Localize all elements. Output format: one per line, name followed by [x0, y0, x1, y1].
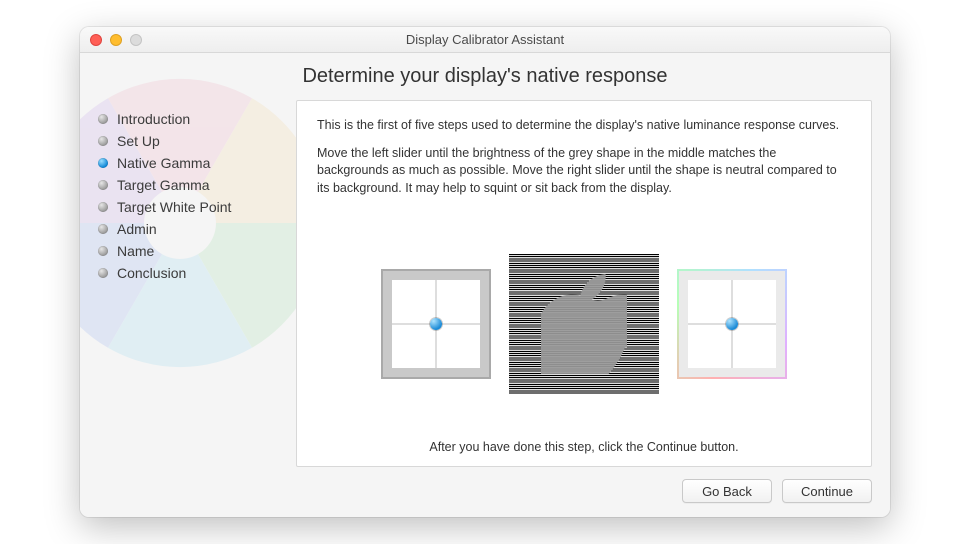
window-title: Display Calibrator Assistant: [80, 32, 890, 47]
reference-pattern: [509, 254, 659, 394]
sidebar-item-label: Target Gamma: [117, 177, 210, 193]
sidebar-item-setup: Set Up: [98, 130, 278, 152]
sidebar-item-label: Conclusion: [117, 265, 186, 281]
sidebar-item-label: Admin: [117, 221, 157, 237]
titlebar: Display Calibrator Assistant: [80, 27, 890, 53]
tint-target[interactable]: [677, 269, 787, 379]
window-controls: [90, 34, 142, 46]
sidebar-item-introduction: Introduction: [98, 108, 278, 130]
window: Display Calibrator Assistant Determine y…: [80, 27, 890, 517]
step-bullet-icon: [98, 136, 108, 146]
minimize-icon[interactable]: [110, 34, 122, 46]
brightness-target[interactable]: [381, 269, 491, 379]
sidebar-item-label: Set Up: [117, 133, 160, 149]
sidebar-item-admin: Admin: [98, 218, 278, 240]
sidebar-item-conclusion: Conclusion: [98, 262, 278, 284]
sidebar-item-label: Target White Point: [117, 199, 231, 215]
sidebar-item-name: Name: [98, 240, 278, 262]
main-panel: This is the first of five steps used to …: [296, 100, 872, 467]
sidebar-item-label: Native Gamma: [117, 155, 210, 171]
sidebar-item-label: Name: [117, 243, 154, 259]
sidebar-item-label: Introduction: [117, 111, 190, 127]
step-bullet-icon: [98, 224, 108, 234]
calibration-row: [317, 217, 851, 430]
step-bullet-current-icon: [98, 158, 108, 168]
step-bullet-icon: [98, 246, 108, 256]
close-icon[interactable]: [90, 34, 102, 46]
footer-instruction: After you have done this step, click the…: [317, 430, 851, 454]
window-body: Determine your display's native response…: [80, 53, 890, 517]
tint-slider-knob[interactable]: [726, 318, 738, 330]
step-bullet-icon: [98, 114, 108, 124]
continue-button[interactable]: Continue: [782, 479, 872, 503]
instruction-text-1: This is the first of five steps used to …: [317, 117, 851, 135]
button-row: Go Back Continue: [80, 467, 890, 517]
go-back-button[interactable]: Go Back: [682, 479, 772, 503]
sidebar-item-target-white-point: Target White Point: [98, 196, 278, 218]
step-bullet-icon: [98, 268, 108, 278]
instruction-text-2: Move the left slider until the brightnes…: [317, 145, 851, 198]
sidebar-item-native-gamma: Native Gamma: [98, 152, 278, 174]
brightness-slider-knob[interactable]: [430, 318, 442, 330]
apple-logo-icon: [541, 274, 627, 374]
zoom-icon: [130, 34, 142, 46]
step-bullet-icon: [98, 180, 108, 190]
page-title: Determine your display's native response: [80, 65, 890, 88]
sidebar: Introduction Set Up Native Gamma Target …: [98, 100, 278, 467]
step-bullet-icon: [98, 202, 108, 212]
sidebar-item-target-gamma: Target Gamma: [98, 174, 278, 196]
